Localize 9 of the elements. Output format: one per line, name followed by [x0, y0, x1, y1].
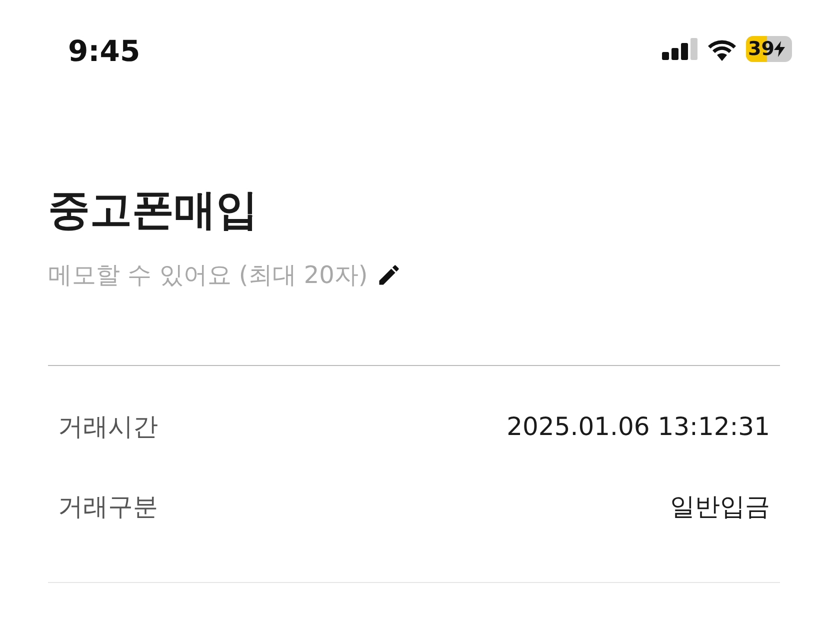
- detail-label: 거래구분: [58, 490, 158, 523]
- memo-hint[interactable]: 메모할 수 있어요 (최대 20자): [48, 257, 368, 294]
- clock: 9:45: [68, 33, 140, 70]
- detail-value: 2025.01.06 13:12:31: [506, 410, 770, 443]
- detail-label: 거래시간: [58, 410, 158, 443]
- wifi-icon: [706, 38, 738, 60]
- page-title: 중고폰매입: [48, 185, 259, 236]
- detail-value: 일반입금: [670, 490, 770, 523]
- signal-icon: [662, 38, 698, 60]
